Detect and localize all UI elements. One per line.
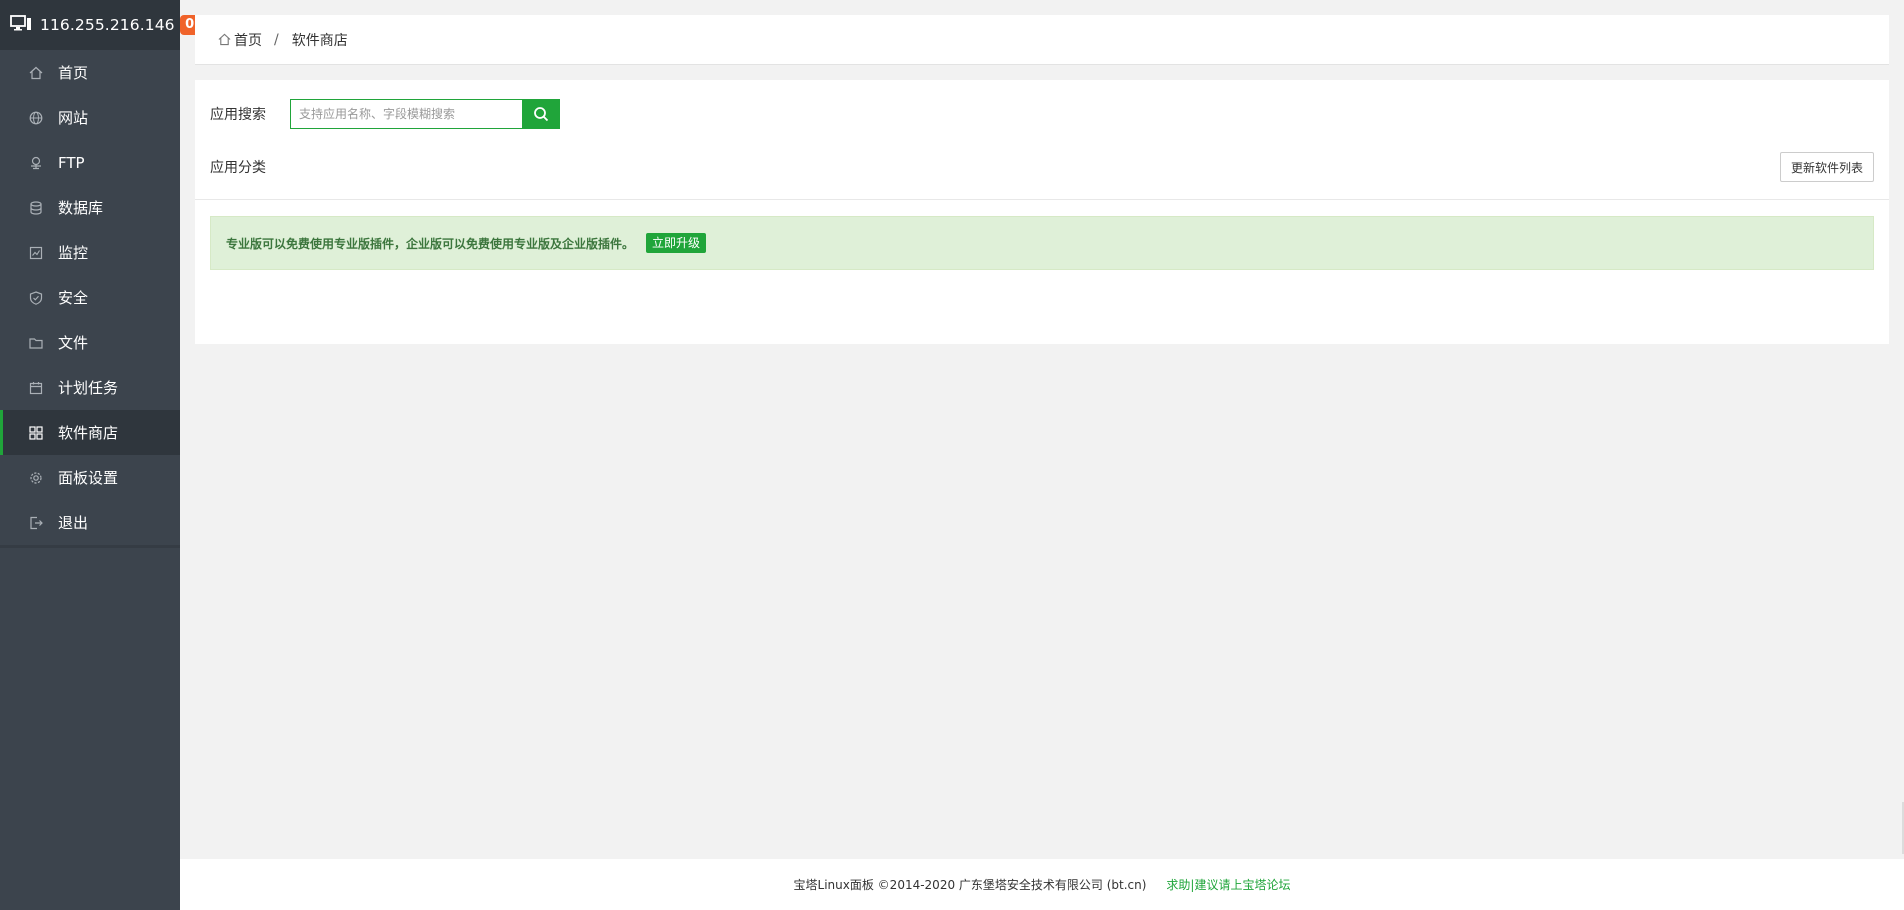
sidebar-item-label: FTP bbox=[58, 153, 85, 172]
sidebar-menu: 首页 网站 FTP 数据库 监控 安全 文件 计划任务 软件商店 面板设置 退出 bbox=[0, 50, 180, 548]
sidebar-item-label: 文件 bbox=[58, 334, 89, 352]
globe-icon bbox=[28, 110, 44, 126]
sidebar-item-monitor[interactable]: 监控 bbox=[0, 230, 180, 275]
search-label: 应用搜索 bbox=[210, 107, 266, 123]
search-icon bbox=[533, 106, 549, 122]
breadcrumb-home-label: 首页 bbox=[234, 32, 262, 49]
home-icon bbox=[28, 65, 44, 81]
upgrade-notice: 专业版可以免费使用专业版插件，企业版可以免费使用专业版及企业版插件。 立即升级 bbox=[210, 216, 1874, 270]
sidebar-item-label: 数据库 bbox=[58, 199, 104, 217]
server-ip: 116.255.216.146 bbox=[40, 16, 175, 34]
home-icon bbox=[218, 33, 231, 46]
sidebar-item-software-store[interactable]: 软件商店 bbox=[0, 410, 180, 455]
sidebar-item-label: 计划任务 bbox=[58, 379, 119, 397]
footer-forum-link[interactable]: 求助|建议请上宝塔论坛 bbox=[1166, 876, 1290, 893]
search-button[interactable] bbox=[522, 99, 560, 129]
sidebar-item-label: 网站 bbox=[58, 109, 89, 127]
calendar-icon bbox=[28, 380, 44, 396]
software-panel: 应用搜索 应用分类 更新软件列表 专业版可以免费使用专业版插件，企业版可以免费使… bbox=[195, 80, 1889, 344]
breadcrumb-separator: / bbox=[274, 31, 279, 48]
menu-divider bbox=[0, 545, 180, 548]
sidebar-item-label: 监控 bbox=[58, 244, 89, 262]
folder-icon bbox=[28, 335, 44, 351]
update-software-list-button[interactable]: 更新软件列表 bbox=[1779, 152, 1874, 182]
search-box bbox=[290, 99, 560, 129]
footer-copyright: 宝塔Linux面板 ©2014-2020 广东堡塔安全技术有限公司 (bt.cn… bbox=[793, 878, 1147, 892]
server-header: 116.255.216.146 0 bbox=[0, 0, 200, 50]
footer: 宝塔Linux面板 ©2014-2020 广东堡塔安全技术有限公司 (bt.cn… bbox=[180, 859, 1904, 910]
breadcrumb-home[interactable]: 首页 bbox=[218, 30, 262, 50]
grid-icon bbox=[28, 425, 44, 441]
monitor-screens-icon bbox=[10, 15, 32, 35]
panel-divider bbox=[195, 199, 1889, 200]
sidebar-item-ftp[interactable]: FTP bbox=[0, 140, 180, 185]
sidebar-item-security[interactable]: 安全 bbox=[0, 275, 180, 320]
sidebar-item-logout[interactable]: 退出 bbox=[0, 500, 180, 545]
sidebar-item-database[interactable]: 数据库 bbox=[0, 185, 180, 230]
notice-text: 专业版可以免费使用专业版插件，企业版可以免费使用专业版及企业版插件。 bbox=[226, 236, 635, 251]
sidebar-item-label: 首页 bbox=[58, 64, 89, 82]
upgrade-now-button[interactable]: 立即升级 bbox=[646, 233, 707, 253]
sidebar-item-panel-settings[interactable]: 面板设置 bbox=[0, 455, 180, 500]
logout-icon bbox=[28, 515, 44, 531]
sidebar-item-website[interactable]: 网站 bbox=[0, 95, 180, 140]
category-label: 应用分类 bbox=[210, 160, 266, 176]
search-input[interactable] bbox=[290, 99, 522, 129]
sidebar-item-label: 软件商店 bbox=[58, 424, 119, 442]
ftp-icon bbox=[28, 155, 44, 171]
sidebar-item-label: 安全 bbox=[58, 289, 89, 307]
search-row: 应用搜索 bbox=[210, 99, 560, 129]
sidebar-item-label: 面板设置 bbox=[58, 469, 119, 487]
monitor-icon bbox=[28, 245, 44, 261]
database-icon bbox=[28, 200, 44, 216]
breadcrumb: 首页 / 软件商店 bbox=[195, 15, 1889, 65]
sidebar: 116.255.216.146 0 首页 网站 FTP 数据库 监控 安全 文件… bbox=[0, 0, 200, 910]
main-content: 首页 / 软件商店 应用搜索 应用分类 更新软件列表 专业版可以免费使用专业版插… bbox=[180, 0, 1904, 910]
sidebar-item-home[interactable]: 首页 bbox=[0, 50, 180, 95]
shield-icon bbox=[28, 290, 44, 306]
sidebar-item-files[interactable]: 文件 bbox=[0, 320, 180, 365]
breadcrumb-current: 软件商店 bbox=[291, 32, 348, 49]
sidebar-item-cron[interactable]: 计划任务 bbox=[0, 365, 180, 410]
gear-icon bbox=[28, 470, 44, 486]
sidebar-item-label: 退出 bbox=[58, 514, 89, 532]
